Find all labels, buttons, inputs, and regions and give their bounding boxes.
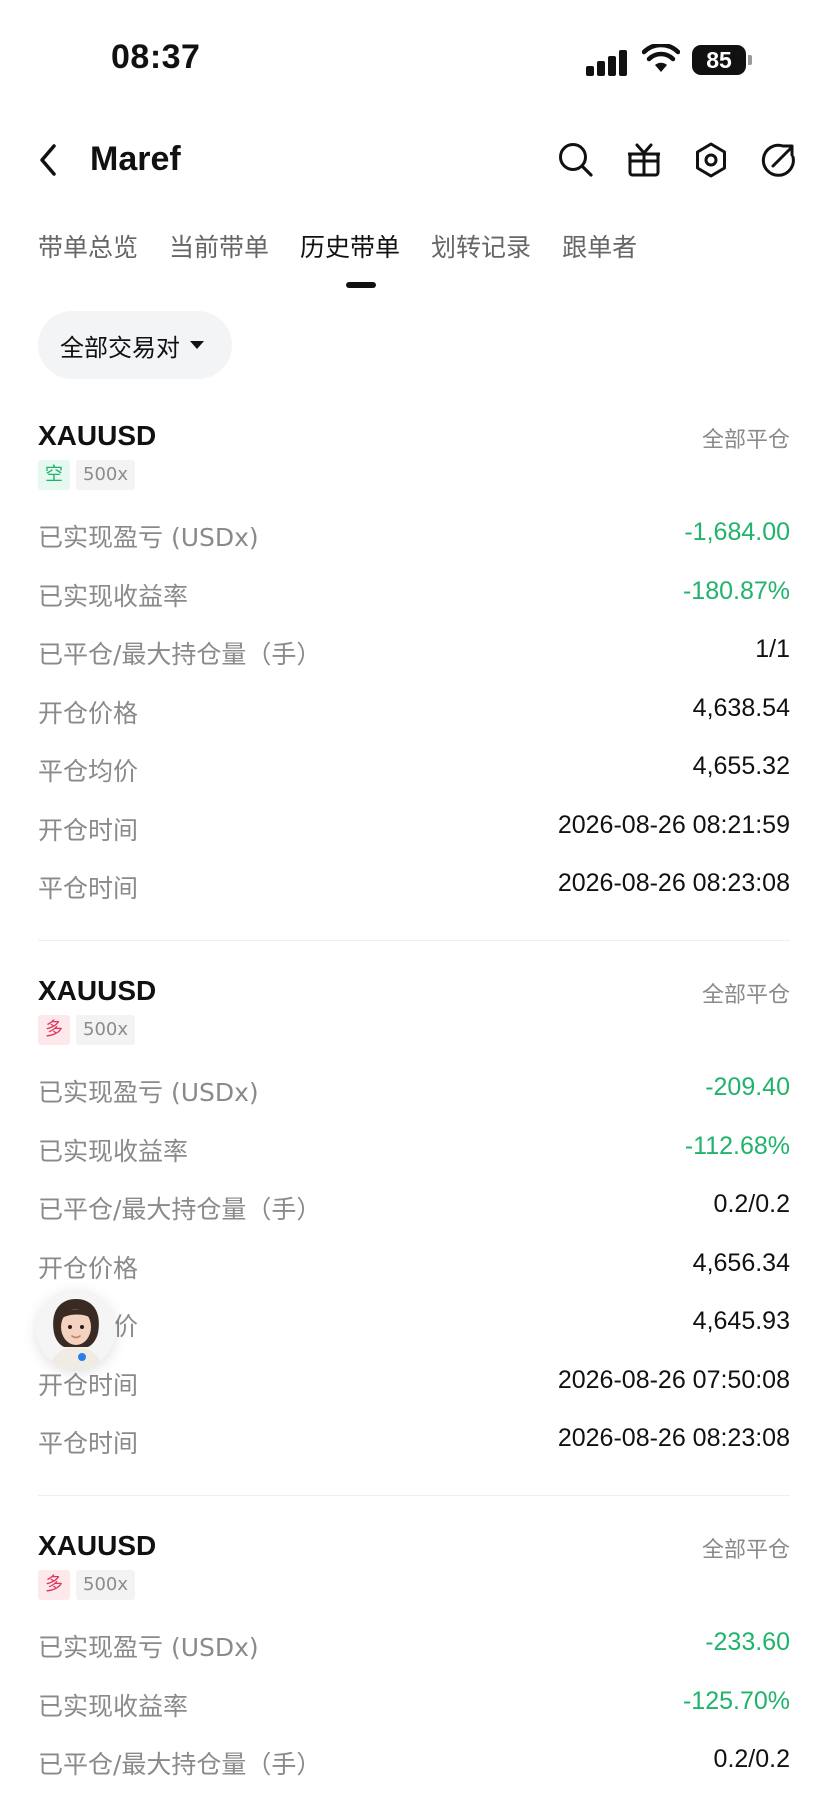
realized-roi-value: -125.70% — [682, 1686, 790, 1715]
close-avg-price-value: 4,655.32 — [692, 752, 790, 780]
order-close-type: 全部平仓 — [701, 983, 790, 1008]
order-card[interactable]: XAUUSD 全部平仓 空 500x 已实现盈亏 (USDx) -1,684.00… — [38, 420, 790, 920]
back-icon[interactable] — [34, 142, 64, 178]
row-label: 开仓时间 — [38, 1370, 139, 1400]
order-close-type: 全部平仓 — [701, 1538, 790, 1563]
close-time-value: 2026-08-26 08:23:08 — [557, 1424, 790, 1452]
page-title: Maref — [90, 140, 181, 178]
tab-bar: 带单总览 当前带单 历史带单 划转记录 跟单者 — [38, 228, 668, 288]
status-bar: 08:37 85 — [0, 0, 828, 120]
status-time: 08:37 — [111, 38, 201, 76]
assistant-avatar[interactable] — [36, 1289, 116, 1369]
avatar-illustration — [36, 1289, 116, 1369]
divider — [38, 940, 790, 941]
wifi-icon — [642, 44, 680, 72]
closed-max-position-value: 0.2/0.2 — [713, 1745, 790, 1773]
leverage-tag: 500x — [76, 1570, 136, 1600]
leverage-tag: 500x — [76, 460, 136, 490]
closed-max-position-value: 1/1 — [755, 635, 790, 663]
settings-icon[interactable] — [691, 140, 731, 180]
signal-icon — [586, 46, 630, 76]
order-symbol: XAUUSD — [38, 975, 157, 1006]
side-tag: 多 — [38, 1570, 70, 1600]
realized-pnl-value: -209.40 — [705, 1073, 790, 1101]
row-label: 已实现收益率 — [38, 1136, 189, 1166]
row-label: 已实现盈亏 (USDx) — [38, 523, 259, 552]
tab-transfer-records[interactable]: 划转记录 — [431, 228, 531, 288]
row-label: 已平仓/最大持仓量（手） — [38, 640, 322, 669]
open-time-value: 2026-08-26 07:50:08 — [557, 1365, 790, 1394]
tab-followers[interactable]: 跟单者 — [562, 228, 637, 288]
search-icon[interactable] — [556, 140, 596, 180]
gift-icon[interactable] — [624, 140, 664, 180]
close-time-value: 2026-08-26 08:23:08 — [557, 869, 790, 897]
order-card[interactable]: XAUUSD 全部平仓 多 500x 已实现盈亏 (USDx) -233.60 已… — [38, 1530, 790, 1796]
open-time-value: 2026-08-26 08:21:59 — [557, 810, 790, 839]
row-label: 开仓价格 — [38, 698, 139, 728]
realized-roi-value: -112.68% — [684, 1131, 790, 1160]
active-tab-indicator — [346, 282, 376, 288]
row-label: 已实现盈亏 (USDx) — [38, 1078, 259, 1107]
row-label: 已实现收益率 — [38, 581, 189, 611]
row-label: 已实现盈亏 (USDx) — [38, 1633, 259, 1662]
close-avg-price-value: 4,645.93 — [692, 1307, 790, 1335]
realized-roi-value: -180.87% — [682, 576, 790, 605]
row-label: 已平仓/最大持仓量（手） — [38, 1195, 322, 1224]
side-tag: 空 — [38, 460, 70, 490]
closed-max-position-value: 0.2/0.2 — [713, 1190, 790, 1218]
row-label: 开仓价格 — [38, 1253, 139, 1283]
realized-pnl-value: -233.60 — [705, 1628, 790, 1656]
open-price-value: 4,638.54 — [692, 693, 790, 722]
order-card[interactable]: XAUUSD 全部平仓 多 500x 已实现盈亏 (USDx) -209.40 已… — [38, 975, 790, 1475]
divider — [38, 1495, 790, 1496]
tab-history-orders[interactable]: 历史带单 — [300, 228, 400, 288]
row-label: 平仓均价 — [38, 757, 139, 786]
caret-down-icon — [190, 341, 204, 349]
side-tag: 多 — [38, 1015, 70, 1045]
battery-icon: 85 — [692, 45, 752, 75]
row-label: 平仓时间 — [38, 1429, 139, 1458]
open-price-value: 4,656.34 — [692, 1248, 790, 1277]
order-close-type: 全部平仓 — [701, 428, 790, 453]
row-label: 已平仓/最大持仓量（手） — [38, 1750, 322, 1779]
header: Maref — [0, 120, 828, 200]
battery-level: 85 — [692, 45, 746, 75]
pair-filter-dropdown[interactable]: 全部交易对 — [38, 311, 232, 379]
pair-filter-label: 全部交易对 — [60, 333, 180, 362]
row-label: 平仓时间 — [38, 874, 139, 903]
row-label: 已实现收益率 — [38, 1691, 189, 1721]
share-icon[interactable] — [759, 140, 799, 180]
realized-pnl-value: -1,684.00 — [684, 518, 790, 546]
tab-overview[interactable]: 带单总览 — [38, 228, 138, 288]
leverage-tag: 500x — [76, 1015, 136, 1045]
order-symbol: XAUUSD — [38, 420, 157, 451]
row-label: 开仓时间 — [38, 815, 139, 845]
tab-current-orders[interactable]: 当前带单 — [169, 228, 269, 288]
order-symbol: XAUUSD — [38, 1530, 157, 1561]
